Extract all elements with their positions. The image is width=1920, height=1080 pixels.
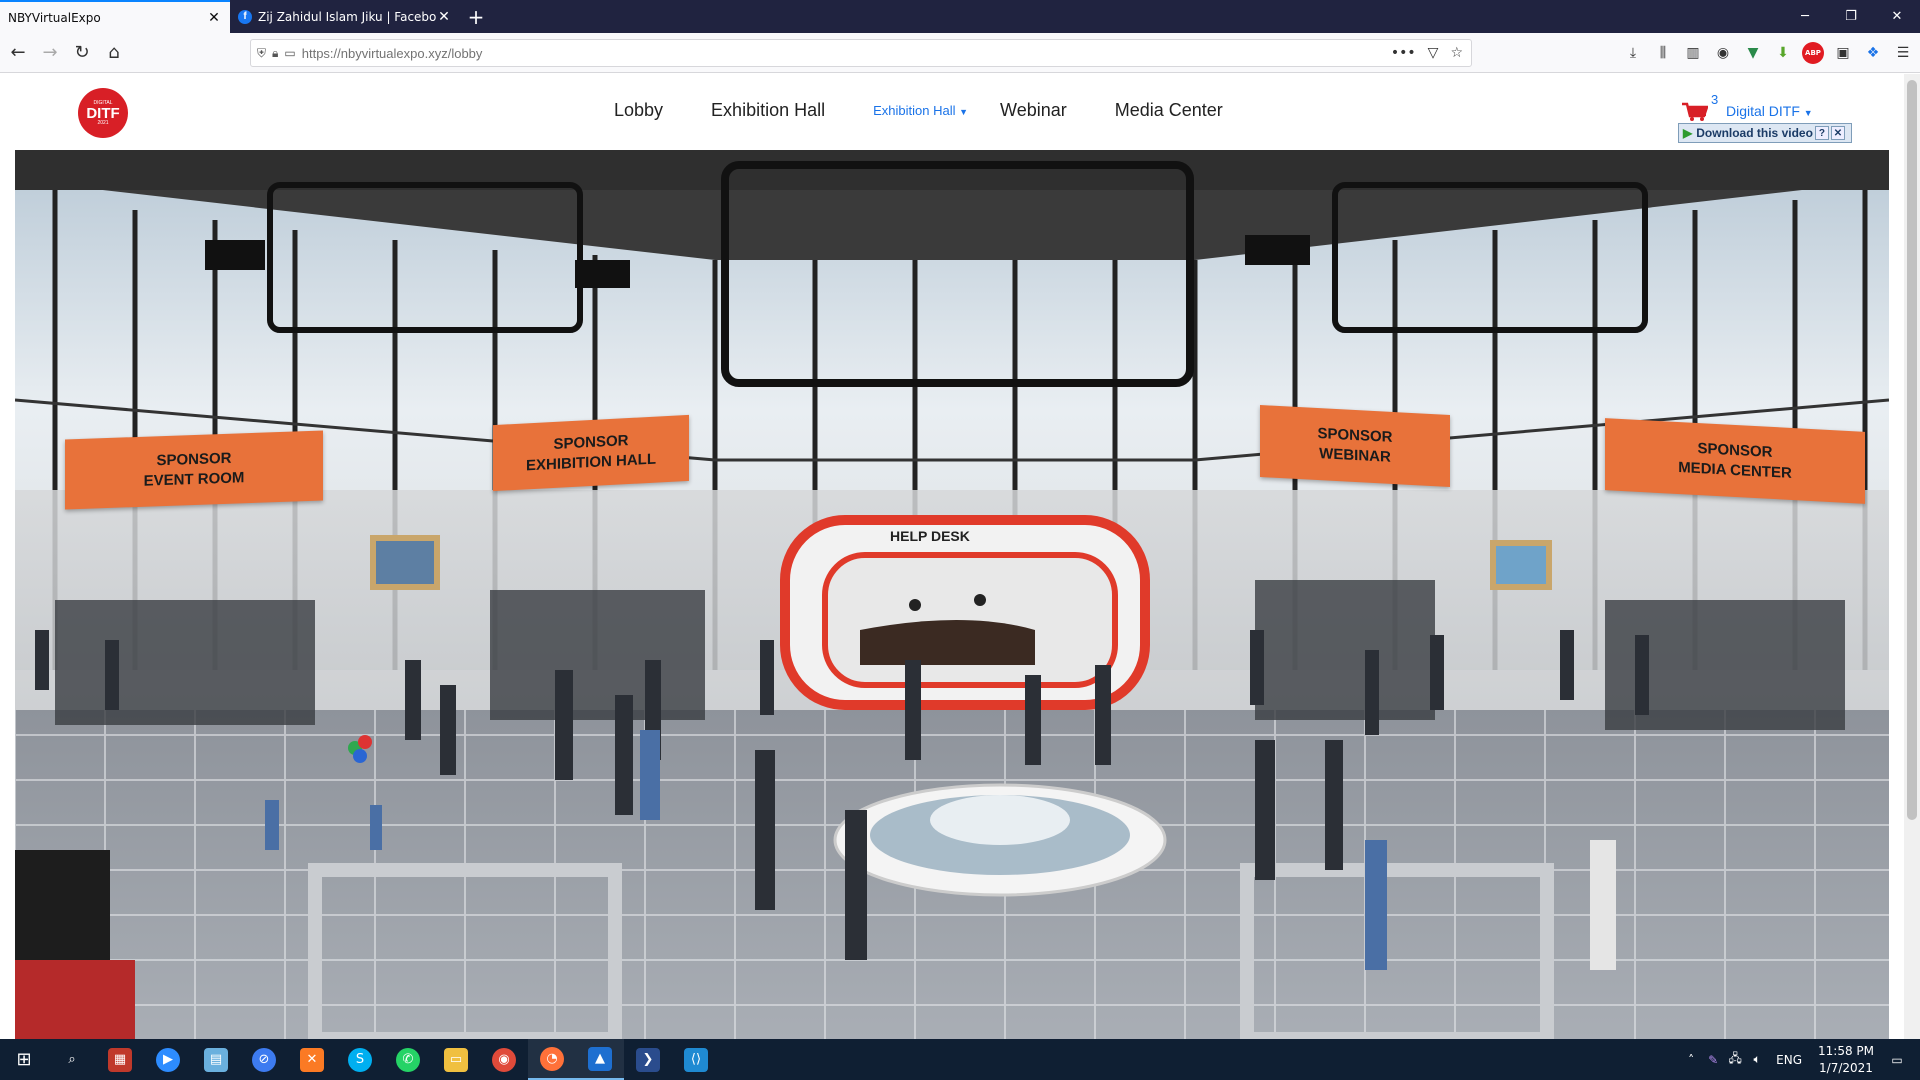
scrollbar-thumb[interactable]: [1907, 80, 1917, 820]
help-desk-label[interactable]: HELP DESK: [890, 528, 970, 544]
notepad-icon[interactable]: ▤: [192, 1039, 240, 1080]
zoom-icon[interactable]: ▶: [144, 1039, 192, 1080]
forward-icon[interactable]: →: [36, 39, 64, 67]
permissions-icon[interactable]: ▭: [284, 46, 295, 61]
cart-count-badge: 3: [1711, 92, 1719, 107]
chevron-up-icon[interactable]: ˄: [1680, 1053, 1702, 1067]
start-icon[interactable]: ⊞: [0, 1039, 48, 1080]
menu-item-exhibition-hall[interactable]: Exhibition Hall: [711, 100, 825, 121]
download-video-label[interactable]: Download this video: [1696, 126, 1813, 140]
facebook-icon: f: [238, 9, 252, 24]
firefox-icon[interactable]: ◔: [528, 1039, 576, 1080]
dropdown-label: Exhibition Hall: [873, 103, 956, 118]
downloads-icon[interactable]: ⤓: [1622, 42, 1644, 64]
url-text[interactable]: https://nbyvirtualexpo.xyz/lobby: [302, 46, 1391, 61]
new-tab-button[interactable]: +: [460, 0, 492, 33]
chrome-icon[interactable]: ◉: [480, 1039, 528, 1080]
logo-line2: DITF: [86, 104, 120, 122]
bookmark-star-icon[interactable]: ☆: [1450, 45, 1463, 61]
paint-icon[interactable]: ▦: [96, 1039, 144, 1080]
clock-date: 1/7/2021: [1819, 1060, 1873, 1075]
menu-item-media-center[interactable]: Media Center: [1115, 100, 1223, 121]
home-icon[interactable]: ⌂: [100, 39, 128, 67]
minimize-icon[interactable]: ─: [1782, 0, 1828, 33]
file-explorer-icon[interactable]: ▭: [432, 1039, 480, 1080]
menu-item-exhibition-hall-dropdown[interactable]: Exhibition Hall ▼: [873, 103, 968, 118]
close-window-icon[interactable]: ✕: [1874, 0, 1920, 33]
close-tab-icon[interactable]: ✕: [436, 9, 452, 25]
extension-download-icon[interactable]: ⬇: [1772, 42, 1794, 64]
vscode-icon[interactable]: ⟨⟩: [672, 1039, 720, 1080]
skype-icon[interactable]: S: [336, 1039, 384, 1080]
close-tab-icon[interactable]: ✕: [206, 10, 222, 26]
powershell-icon[interactable]: ❯: [624, 1039, 672, 1080]
cart-icon[interactable]: [1682, 102, 1708, 122]
reload-icon[interactable]: ↻: [68, 39, 96, 67]
pen-icon[interactable]: ✎: [1702, 1053, 1724, 1067]
sign-sponsor-exhibition-hall[interactable]: SPONSOR EXHIBITION HALL: [493, 414, 689, 492]
lobby-illustration: [15, 150, 1889, 1039]
whatsapp-icon[interactable]: ✆: [384, 1039, 432, 1080]
account-icon[interactable]: ◉: [1712, 42, 1734, 64]
system-tray: ˄ ✎ 🖧︎ 🔈︎ ENG 11:58 PM 1/7/2021 ▭: [1680, 1039, 1920, 1080]
clock-time: 11:58 PM: [1818, 1044, 1874, 1059]
virtual-lobby-scene[interactable]: SPONSOR EVENT ROOM SPONSOR EXHIBITION HA…: [15, 150, 1889, 1039]
logo-line3: 2021: [97, 119, 109, 126]
extensions-icon[interactable]: ❖: [1862, 42, 1884, 64]
network-icon[interactable]: 🖧︎: [1724, 1049, 1746, 1070]
download-video-bar[interactable]: ▶ Download this video ? ✕: [1678, 123, 1852, 143]
menu-icon[interactable]: ☰: [1892, 42, 1914, 64]
browser-tab-bar: NBYVirtualExpo ✕ f Zij Zahidul Islam Jik…: [0, 0, 1920, 33]
browser-nav-bar: ← → ↻ ⌂ ⛨ 🔒︎ ▭ https://nbyvirtualexpo.xy…: [0, 33, 1920, 73]
extension-icon[interactable]: ▣: [1832, 42, 1854, 64]
browser-tab[interactable]: f Zij Zahidul Islam Jiku | Faceboo ✕: [230, 0, 460, 33]
restore-icon[interactable]: ❐: [1828, 0, 1874, 33]
close-icon[interactable]: ✕: [1830, 126, 1845, 140]
caret-down-icon: ▼: [959, 107, 969, 117]
menu-item-lobby[interactable]: Lobby: [614, 100, 663, 121]
play-icon: ▶: [1683, 126, 1693, 140]
notifications-icon[interactable]: ▭: [1886, 1053, 1908, 1067]
tab-title: Zij Zahidul Islam Jiku | Faceboo: [258, 9, 436, 24]
library-icon[interactable]: ⫼: [1652, 42, 1674, 64]
clock[interactable]: 11:58 PM 1/7/2021: [1818, 1043, 1874, 1075]
windows-taskbar: ⊞ ⌕ ▦ ▶ ▤ ⊘ ✕ S ✆ ▭ ◉ ◔ ▲ ❯ ⟨⟩ ˄ ✎ 🖧︎ 🔈︎…: [0, 1039, 1920, 1080]
adblock-icon[interactable]: ABP: [1802, 42, 1824, 64]
sign-sponsor-event-room[interactable]: SPONSOR EVENT ROOM: [65, 430, 323, 510]
browser-toolbar: ⤓ ⫼ ▥ ◉ ▼ ⬇ ABP ▣ ❖ ☰: [1622, 39, 1914, 67]
browser-tab-active[interactable]: NBYVirtualExpo ✕: [0, 0, 230, 33]
site-header: DIGITAL DITF 2021 Lobby Exhibition Hall …: [0, 74, 1920, 150]
account-label: Digital DITF: [1726, 103, 1800, 119]
extension-v-icon[interactable]: ▼: [1742, 42, 1764, 64]
ditf-logo[interactable]: DIGITAL DITF 2021: [78, 88, 128, 138]
sidebar-icon[interactable]: ▥: [1682, 42, 1704, 64]
pocket-icon[interactable]: ▽: [1428, 45, 1439, 61]
sign-sponsor-media-center[interactable]: SPONSOR MEDIA CENTER: [1605, 418, 1865, 504]
caret-down-icon: ▼: [1803, 108, 1813, 118]
xampp-icon[interactable]: ✕: [288, 1039, 336, 1080]
language-indicator[interactable]: ENG: [1776, 1053, 1802, 1067]
lock-icon[interactable]: 🔒︎: [272, 46, 278, 61]
safari-icon[interactable]: ⊘: [240, 1039, 288, 1080]
address-bar[interactable]: ⛨ 🔒︎ ▭ https://nbyvirtualexpo.xyz/lobby …: [250, 39, 1472, 67]
menu-item-webinar[interactable]: Webinar: [1000, 100, 1067, 121]
back-icon[interactable]: ←: [4, 39, 32, 67]
account-dropdown[interactable]: Digital DITF ▼: [1726, 103, 1813, 119]
photos-icon[interactable]: ▲: [576, 1039, 624, 1080]
help-icon[interactable]: ?: [1814, 126, 1829, 140]
sign-sponsor-webinar[interactable]: SPONSOR WEBINAR: [1260, 405, 1450, 487]
window-controls: ─ ❐ ✕: [1782, 0, 1920, 33]
search-icon[interactable]: ⌕: [48, 1039, 96, 1080]
main-menu: Lobby Exhibition Hall Exhibition Hall ▼ …: [614, 100, 1271, 121]
tab-title: NBYVirtualExpo: [8, 10, 101, 25]
shield-icon[interactable]: ⛨: [257, 46, 266, 61]
page-actions-icon[interactable]: •••: [1391, 45, 1416, 61]
volume-icon[interactable]: 🔈︎: [1746, 1052, 1768, 1067]
